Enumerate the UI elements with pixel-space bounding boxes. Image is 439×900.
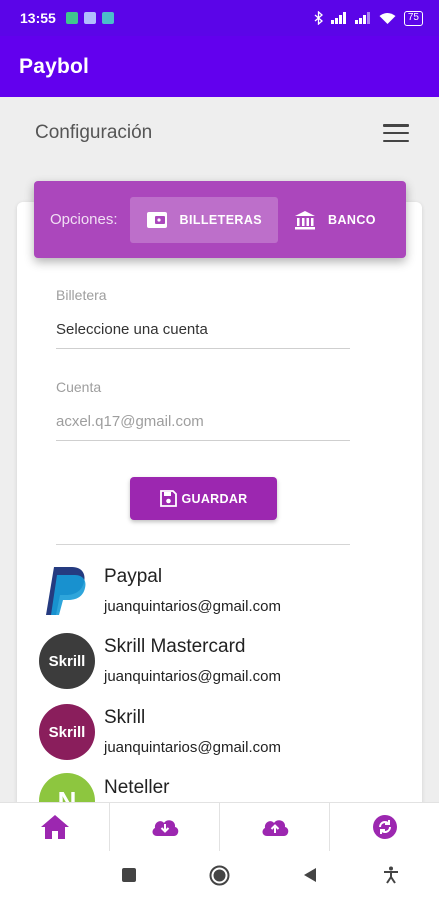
- save-button-label: GUARDAR: [181, 491, 248, 506]
- options-label: Opciones:: [50, 211, 118, 228]
- nav-sync[interactable]: [330, 803, 439, 851]
- app-title: Paybol: [19, 54, 90, 78]
- wallet-field-label: Billetera: [56, 287, 107, 303]
- tab-billeteras[interactable]: BILLETERAS: [129, 196, 279, 243]
- recents-icon: [122, 868, 136, 882]
- menu-line: [383, 139, 409, 142]
- account-name: Neteller: [104, 777, 170, 798]
- tab-billeteras-label: BILLETERAS: [179, 212, 263, 227]
- paypal-logo: [38, 562, 96, 620]
- skrill-logo-text: Skrill: [48, 652, 86, 670]
- account-item-neteller[interactable]: N Neteller: [38, 773, 398, 802]
- skrill-logo-circle: Skrill: [39, 704, 95, 760]
- battery-icon: 75: [403, 10, 423, 26]
- skrill-logo: Skrill: [38, 632, 96, 690]
- page-title: Configuración: [35, 122, 153, 143]
- save-button[interactable]: GUARDAR: [130, 477, 277, 520]
- nav-download[interactable]: [110, 803, 220, 851]
- system-navigation-bar: [0, 851, 439, 900]
- skrill-logo-text: Skrill: [48, 723, 86, 741]
- neteller-logo-text: N: [57, 785, 77, 803]
- wallet-icon: [146, 211, 168, 229]
- menu-line: [383, 124, 409, 127]
- status-bar: 13:55 75: [0, 0, 439, 36]
- status-time: 13:55: [20, 10, 56, 26]
- divider: [56, 544, 350, 545]
- tab-banco[interactable]: BANCO: [278, 197, 392, 243]
- account-item-skrill-mastercard[interactable]: Skrill Skrill Mastercard juanquintarios@…: [38, 632, 398, 694]
- page-header: Configuración: [0, 97, 439, 169]
- home-icon: [40, 815, 69, 839]
- tab-banco-label: BANCO: [328, 212, 376, 227]
- home-circle-icon: [209, 865, 230, 886]
- accessibility-icon: [384, 866, 398, 884]
- skrill-logo-circle: Skrill: [39, 633, 95, 689]
- wallet-select-field[interactable]: Billetera Seleccione una cuenta: [56, 287, 350, 349]
- account-field[interactable]: Cuenta acxel.q17@gmail.com: [56, 379, 350, 441]
- options-bar: Opciones: BILLETERAS BANCO: [34, 181, 406, 258]
- account-email: juanquintarios@gmail.com: [104, 668, 281, 685]
- wifi-icon: [379, 12, 396, 24]
- account-item-skrill[interactable]: Skrill Skrill juanquintarios@gmail.com: [38, 703, 398, 765]
- menu-line: [383, 131, 409, 135]
- wallet-select[interactable]: Seleccione una cuenta: [56, 321, 350, 349]
- save-icon: [159, 490, 177, 507]
- home-button[interactable]: [209, 865, 230, 886]
- bank-icon: [294, 210, 316, 230]
- accessibility-button[interactable]: [383, 866, 399, 884]
- cloud-upload-icon: [262, 820, 288, 836]
- bluetooth-icon: [314, 11, 323, 25]
- account-input[interactable]: acxel.q17@gmail.com: [56, 413, 350, 441]
- account-email: juanquintarios@gmail.com: [104, 739, 281, 756]
- account-email: juanquintarios@gmail.com: [104, 598, 281, 615]
- nav-home[interactable]: [0, 803, 110, 851]
- sync-icon: [372, 815, 397, 839]
- back-icon: [304, 868, 316, 882]
- notification-icon: [65, 12, 78, 24]
- back-button[interactable]: [303, 867, 317, 883]
- signal-icon: [330, 12, 346, 24]
- account-name: Paypal: [104, 566, 163, 587]
- hamburger-menu-icon[interactable]: [383, 124, 409, 142]
- image-notification-icon: [83, 12, 96, 24]
- app-notification-icon: [101, 12, 114, 24]
- recents-button[interactable]: [122, 868, 136, 882]
- account-item-paypal[interactable]: Paypal juanquintarios@gmail.com: [38, 562, 398, 624]
- app-bar: Paybol: [0, 36, 439, 97]
- nav-upload[interactable]: [220, 803, 330, 851]
- account-name: Skrill Mastercard: [104, 636, 246, 657]
- bottom-navigation: [0, 802, 439, 851]
- cloud-download-icon: [152, 820, 178, 836]
- status-indicators: 75: [314, 10, 423, 26]
- account-name: Skrill: [104, 707, 146, 728]
- signal-icon-2: [354, 12, 370, 24]
- neteller-logo-circle: N: [39, 773, 95, 802]
- neteller-logo: N: [38, 773, 96, 802]
- skrill-logo: Skrill: [38, 703, 96, 761]
- account-field-label: Cuenta: [56, 379, 102, 395]
- notification-icons: [65, 12, 114, 24]
